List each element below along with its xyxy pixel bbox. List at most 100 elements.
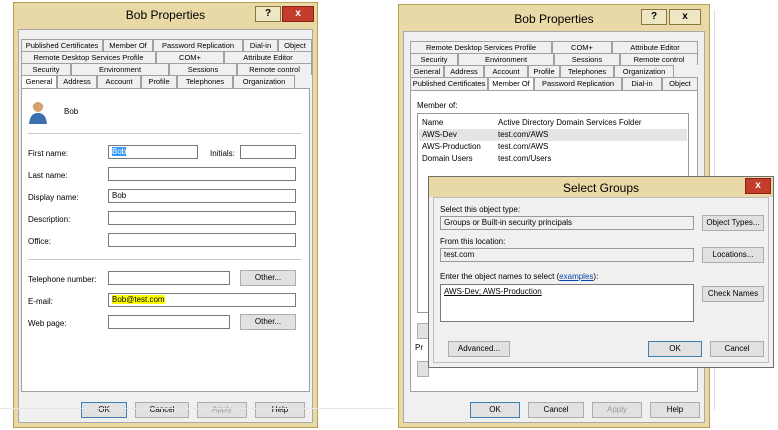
initials-label: Initials:	[210, 149, 235, 158]
webpage-input[interactable]	[108, 315, 230, 329]
tab-sessions-r[interactable]: Sessions	[554, 53, 620, 65]
right-help-button[interactable]: ?	[641, 9, 667, 25]
tab-organization[interactable]: Organization	[233, 75, 295, 89]
description-input[interactable]	[108, 211, 296, 225]
tab-com-plus[interactable]: COM+	[156, 51, 224, 63]
tab-general-r[interactable]: General	[410, 65, 444, 77]
tab-sessions[interactable]: Sessions	[169, 63, 237, 75]
object-type-field: Groups or Built-in security principals	[440, 216, 694, 230]
object-type-label: Select this object type:	[440, 205, 521, 214]
left-apply-button[interactable]: Apply	[197, 402, 247, 418]
tab-attribute-editor[interactable]: Attribute Editor	[224, 51, 312, 63]
right-tab-row-4: Published Certificates Member Of Passwor…	[410, 77, 698, 91]
object-names-value: AWS-Dev; AWS-Production	[444, 287, 542, 296]
left-help-bottom-button[interactable]: Help	[255, 402, 305, 418]
initials-input[interactable]	[240, 145, 296, 159]
select-groups-ok-button[interactable]: OK	[648, 341, 702, 357]
locations-button[interactable]: Locations...	[702, 247, 764, 263]
display-name-input[interactable]: Bob	[108, 189, 296, 203]
examples-link[interactable]: examples	[559, 272, 593, 281]
tab-profile-r[interactable]: Profile	[528, 65, 560, 77]
object-names-label-text: Enter the object names to select (	[440, 272, 560, 281]
select-groups-dialog: Select Groups x Select this object type:…	[428, 176, 774, 368]
telephone-label: Telephone number:	[28, 275, 97, 284]
tab-address-r[interactable]: Address	[444, 65, 484, 77]
row-name: AWS-Production	[422, 142, 481, 151]
user-name-label: Bob	[64, 107, 79, 116]
right-help-bottom-button[interactable]: Help	[650, 402, 700, 418]
table-row[interactable]: AWS-Production test.com/AWS	[419, 141, 687, 153]
left-tab-row-4: General Address Account Profile Telephon…	[21, 75, 312, 89]
check-names-button[interactable]: Check Names	[702, 286, 764, 302]
left-client-area: Published Certificates Member Of Passwor…	[18, 29, 313, 423]
row-folder: test.com/AWS	[498, 142, 549, 151]
object-names-textarea[interactable]: AWS-Dev; AWS-Production	[440, 284, 694, 322]
column-header-name[interactable]: Name	[422, 118, 443, 127]
email-input[interactable]: Bob@test.com	[108, 293, 296, 307]
tab-organization-r[interactable]: Organization	[614, 65, 674, 77]
tab-telephones-r[interactable]: Telephones	[560, 65, 614, 77]
tab-member-of[interactable]: Member Of	[103, 39, 153, 51]
right-close-button[interactable]: x	[669, 9, 701, 25]
select-groups-title: Select Groups	[562, 181, 640, 195]
tab-published-certificates[interactable]: Published Certificates	[21, 39, 103, 51]
right-tab-row-3: General Address Account Profile Telephon…	[410, 65, 698, 77]
tab-account[interactable]: Account	[97, 75, 141, 89]
tab-account-r[interactable]: Account	[484, 65, 528, 77]
email-label: E-mail:	[28, 297, 53, 306]
office-input[interactable]	[108, 233, 296, 247]
left-close-button[interactable]: x	[282, 6, 314, 22]
left-tab-row-3: Security Environment Sessions Remote con…	[21, 63, 312, 75]
right-apply-button[interactable]: Apply	[592, 402, 642, 418]
right-tab-row-2: Security Environment Sessions Remote con…	[410, 53, 698, 65]
tab-environment-r[interactable]: Environment	[458, 53, 554, 65]
select-groups-body: Select this object type: Groups or Built…	[433, 197, 769, 363]
tab-environment[interactable]: Environment	[71, 63, 169, 75]
tab-member-of-r[interactable]: Member Of	[488, 77, 534, 91]
tab-password-replication[interactable]: Password Replication	[153, 39, 243, 51]
table-row[interactable]: Domain Users test.com/Users	[419, 153, 687, 165]
select-groups-close-button[interactable]: x	[745, 178, 771, 194]
tab-profile[interactable]: Profile	[141, 75, 177, 89]
right-cancel-button[interactable]: Cancel	[528, 402, 584, 418]
tab-remote-desktop-services-profile-r[interactable]: Remote Desktop Services Profile	[410, 41, 552, 53]
left-ok-button[interactable]: OK	[81, 402, 127, 418]
right-ok-button[interactable]: OK	[470, 402, 520, 418]
select-groups-cancel-button[interactable]: Cancel	[710, 341, 764, 357]
tab-general[interactable]: General	[21, 75, 57, 89]
tab-password-replication-r[interactable]: Password Replication	[534, 77, 622, 91]
telephone-other-button[interactable]: Other...	[240, 270, 296, 286]
advanced-button[interactable]: Advanced...	[448, 341, 510, 357]
tab-remote-control-r[interactable]: Remote control	[620, 53, 698, 65]
first-name-label: First name:	[28, 149, 69, 158]
tab-dial-in-r[interactable]: Dial-in	[622, 77, 662, 91]
tab-remote-control[interactable]: Remote control	[237, 63, 312, 75]
left-properties-window: Bob Properties ? x Published Certificate…	[13, 2, 318, 428]
object-names-label: Enter the object names to select (exampl…	[440, 272, 598, 281]
tab-address[interactable]: Address	[57, 75, 97, 89]
tab-telephones[interactable]: Telephones	[177, 75, 233, 89]
tab-remote-desktop-services-profile[interactable]: Remote Desktop Services Profile	[21, 51, 156, 63]
first-name-input[interactable]: Bob	[108, 145, 198, 159]
tab-security[interactable]: Security	[21, 63, 71, 75]
first-name-value: Bob	[112, 147, 127, 156]
tab-dial-in[interactable]: Dial-in	[243, 39, 278, 51]
tab-security-r[interactable]: Security	[410, 53, 458, 65]
row-name: AWS-Dev	[422, 130, 457, 139]
left-cancel-button[interactable]: Cancel	[135, 402, 189, 418]
primary-group-label-fragment: Pr	[415, 343, 423, 352]
tab-com-plus-r[interactable]: COM+	[552, 41, 612, 53]
telephone-input[interactable]	[108, 271, 230, 285]
left-help-button[interactable]: ?	[255, 6, 281, 22]
row-name: Domain Users	[422, 154, 473, 163]
location-field: test.com	[440, 248, 694, 262]
table-row[interactable]: AWS-Dev test.com/AWS	[419, 129, 687, 141]
tab-object-r[interactable]: Object	[662, 77, 698, 91]
webpage-other-button[interactable]: Other...	[240, 314, 296, 330]
object-types-button[interactable]: Object Types...	[702, 215, 764, 231]
tab-object[interactable]: Object	[278, 39, 312, 51]
tab-published-certificates-r[interactable]: Published Certificates	[410, 77, 488, 91]
last-name-input[interactable]	[108, 167, 296, 181]
column-header-folder[interactable]: Active Directory Domain Services Folder	[498, 118, 642, 127]
tab-attribute-editor-r[interactable]: Attribute Editor	[612, 41, 698, 53]
